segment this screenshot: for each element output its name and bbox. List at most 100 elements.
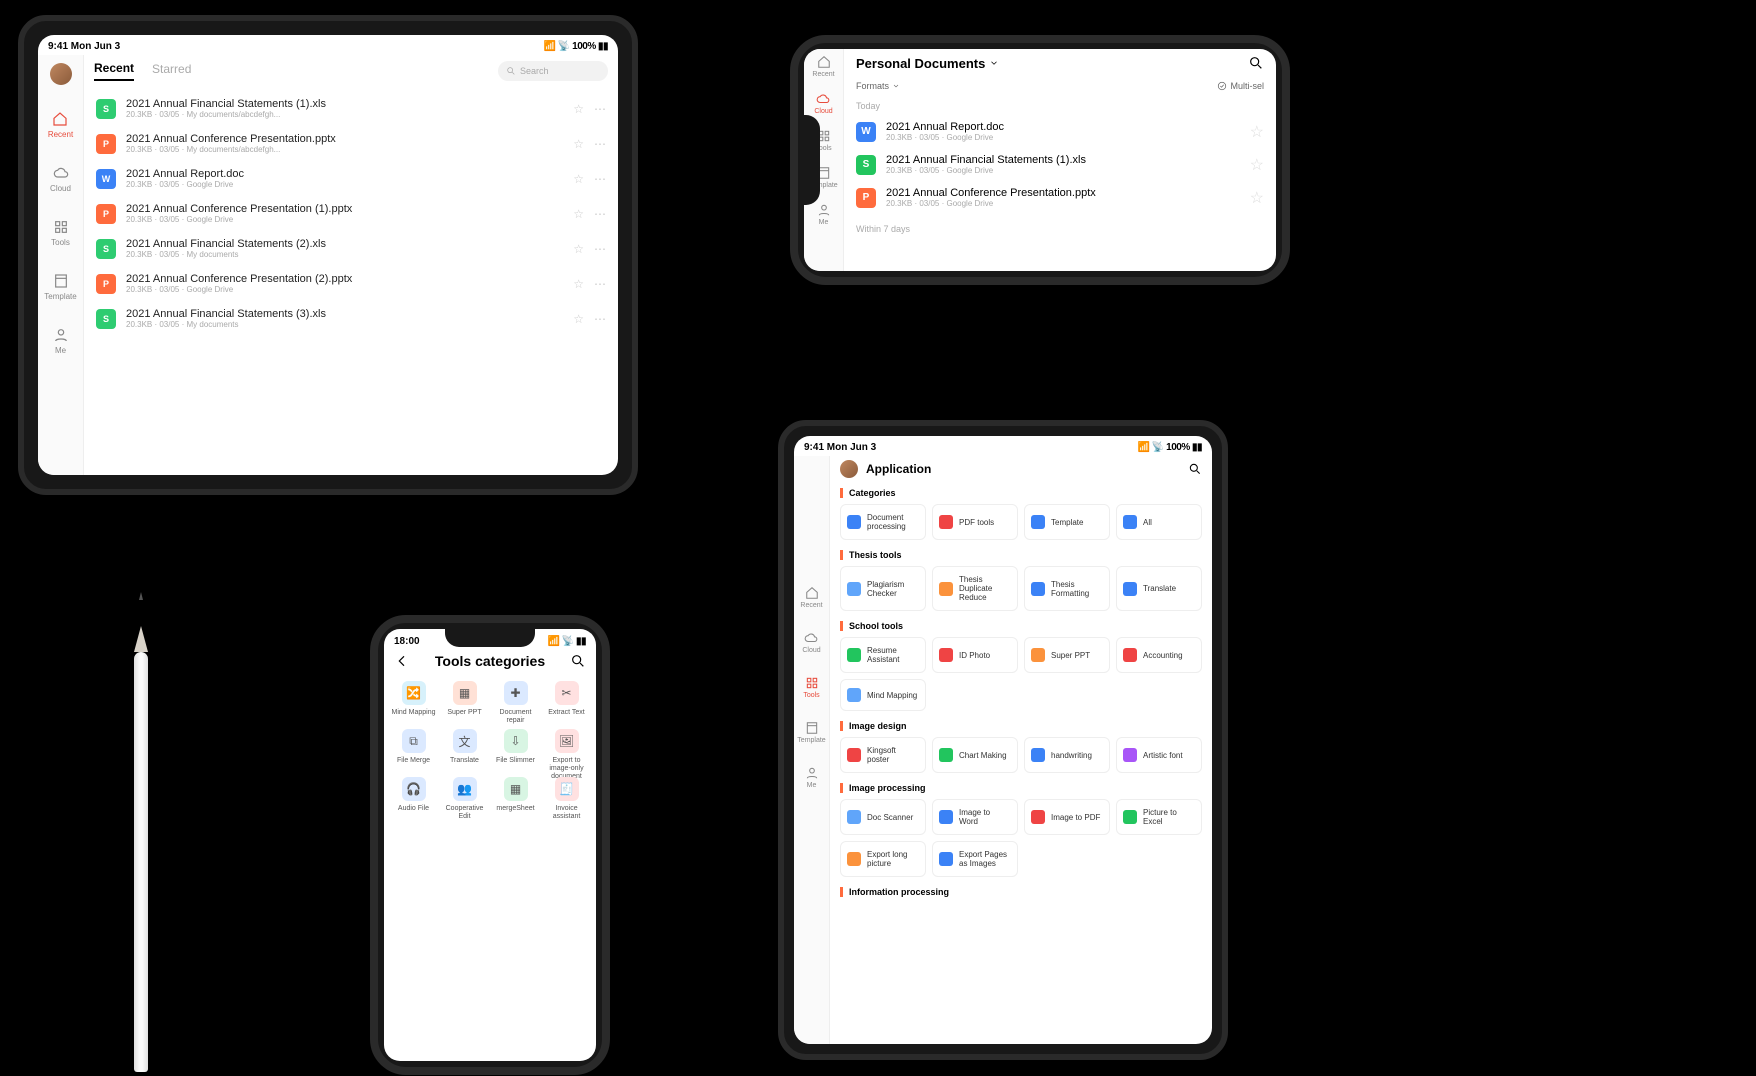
- tool-item[interactable]: 👥 Cooperative Edit: [439, 777, 490, 821]
- app-card[interactable]: Super PPT: [1024, 637, 1110, 673]
- more-icon[interactable]: ⋯: [594, 277, 606, 291]
- app-card[interactable]: Thesis Formatting: [1024, 566, 1110, 611]
- file-row[interactable]: S 2021 Annual Financial Statements (3).x…: [94, 301, 608, 336]
- app-card[interactable]: Thesis Duplicate Reduce: [932, 566, 1018, 611]
- sidebar-item-me[interactable]: Me: [53, 327, 69, 355]
- file-row[interactable]: S 2021 Annual Financial Statements (1).x…: [94, 91, 608, 126]
- tool-item[interactable]: 🔀 Mind Mapping: [388, 681, 439, 725]
- tool-item[interactable]: ▦ Super PPT: [439, 681, 490, 725]
- more-icon[interactable]: ⋯: [594, 137, 606, 151]
- file-list: W 2021 Annual Report.doc20.3KB · 03/05 ·…: [856, 115, 1264, 214]
- star-icon[interactable]: ☆: [573, 207, 584, 221]
- file-name: 2021 Annual Financial Statements (1).xls: [886, 154, 1086, 166]
- app-card[interactable]: ID Photo: [932, 637, 1018, 673]
- star-icon[interactable]: ☆: [573, 277, 584, 291]
- file-row[interactable]: P 2021 Annual Conference Presentation.pp…: [94, 126, 608, 161]
- star-icon[interactable]: ☆: [1250, 188, 1264, 208]
- star-icon[interactable]: ☆: [1250, 122, 1264, 142]
- more-icon[interactable]: ⋯: [594, 312, 606, 326]
- app-card[interactable]: Mind Mapping: [840, 679, 926, 711]
- file-row[interactable]: W 2021 Annual Report.doc20.3KB · 03/05 ·…: [856, 115, 1264, 148]
- file-meta: 20.3KB · 03/05 · My documents/abcdefgh..…: [126, 110, 326, 119]
- sidebar-item-cloud[interactable]: Cloud: [814, 92, 832, 115]
- more-icon[interactable]: ⋯: [594, 102, 606, 116]
- file-row[interactable]: P 2021 Annual Conference Presentation (2…: [94, 266, 608, 301]
- app-icon: [847, 810, 861, 824]
- tool-item[interactable]: 🖼 Export to image-only document: [541, 729, 592, 773]
- app-card[interactable]: PDF tools: [932, 504, 1018, 540]
- sidebar-item-label: Cloud: [814, 108, 832, 115]
- app-card[interactable]: Export long picture: [840, 841, 926, 877]
- search-icon[interactable]: [1188, 462, 1202, 476]
- tool-item[interactable]: ✂ Extract Text: [541, 681, 592, 725]
- sidebar-item-template[interactable]: Template: [797, 721, 825, 744]
- sidebar-item-cloud[interactable]: Cloud: [802, 631, 820, 654]
- app-card[interactable]: Export Pages as Images: [932, 841, 1018, 877]
- sidebar-item-tools[interactable]: Tools: [51, 219, 70, 247]
- sidebar-item-cloud[interactable]: Cloud: [50, 165, 71, 193]
- star-icon[interactable]: ☆: [573, 242, 584, 256]
- file-row[interactable]: P 2021 Annual Conference Presentation (1…: [94, 196, 608, 231]
- app-card[interactable]: Chart Making: [932, 737, 1018, 773]
- tool-item[interactable]: 🧾 Invoice assistant: [541, 777, 592, 821]
- file-row[interactable]: W 2021 Annual Report.doc20.3KB · 03/05 ·…: [94, 161, 608, 196]
- search-icon[interactable]: [1248, 55, 1264, 71]
- back-icon[interactable]: [394, 653, 410, 669]
- star-icon[interactable]: ☆: [1250, 155, 1264, 175]
- section-header: Categories: [840, 488, 1202, 498]
- app-card[interactable]: handwriting: [1024, 737, 1110, 773]
- star-icon[interactable]: ☆: [573, 102, 584, 116]
- file-name: 2021 Annual Financial Statements (1).xls: [126, 98, 326, 110]
- search-input[interactable]: Search: [498, 61, 608, 81]
- tab-starred[interactable]: Starred: [152, 62, 191, 80]
- file-row[interactable]: P 2021 Annual Conference Presentation.pp…: [856, 181, 1264, 214]
- app-icon: [939, 515, 953, 529]
- tool-item[interactable]: ▦ mergeSheet: [490, 777, 541, 821]
- more-icon[interactable]: ⋯: [594, 172, 606, 186]
- app-card[interactable]: Accounting: [1116, 637, 1202, 673]
- tool-item[interactable]: ✚ Document repair: [490, 681, 541, 725]
- sidebar-item-tools[interactable]: Tools: [803, 676, 819, 699]
- multi-select-button[interactable]: Multi-sel: [1217, 81, 1264, 91]
- sidebar-item-recent[interactable]: Recent: [812, 55, 834, 78]
- app-card[interactable]: Resume Assistant: [840, 637, 926, 673]
- star-icon[interactable]: ☆: [573, 137, 584, 151]
- avatar[interactable]: [840, 460, 858, 478]
- tool-label: Audio File: [398, 805, 429, 821]
- tool-label: Invoice assistant: [541, 805, 592, 821]
- page-title[interactable]: Personal Documents: [856, 56, 999, 71]
- star-icon[interactable]: ☆: [573, 172, 584, 186]
- sidebar-item-recent[interactable]: Recent: [800, 586, 822, 609]
- search-icon[interactable]: [570, 653, 586, 669]
- tool-item[interactable]: ⧉ File Merge: [388, 729, 439, 773]
- app-card[interactable]: Doc Scanner: [840, 799, 926, 835]
- tab-recent[interactable]: Recent: [94, 61, 134, 81]
- file-meta: 20.3KB · 03/05 · Google Drive: [126, 180, 244, 189]
- sidebar-item-me[interactable]: Me: [805, 766, 819, 789]
- more-icon[interactable]: ⋯: [594, 207, 606, 221]
- app-card[interactable]: Kingsoft poster: [840, 737, 926, 773]
- more-icon[interactable]: ⋯: [594, 242, 606, 256]
- tool-item[interactable]: 🎧 Audio File: [388, 777, 439, 821]
- tool-item[interactable]: ⇩ File Slimmer: [490, 729, 541, 773]
- avatar[interactable]: [50, 63, 72, 85]
- tool-item[interactable]: 文 Translate: [439, 729, 490, 773]
- file-name: 2021 Annual Report.doc: [126, 168, 244, 180]
- app-card[interactable]: Image to PDF: [1024, 799, 1110, 835]
- sidebar-item-template[interactable]: Template: [44, 273, 76, 301]
- app-card[interactable]: All: [1116, 504, 1202, 540]
- app-card[interactable]: Picture to Excel: [1116, 799, 1202, 835]
- sidebar-item-recent[interactable]: Recent: [48, 111, 73, 139]
- file-row[interactable]: S 2021 Annual Financial Statements (1).x…: [856, 148, 1264, 181]
- app-card[interactable]: Plagiarism Checker: [840, 566, 926, 611]
- formats-filter[interactable]: Formats: [856, 81, 900, 91]
- app-label: Plagiarism Checker: [867, 580, 919, 598]
- app-card[interactable]: Artistic font: [1116, 737, 1202, 773]
- file-row[interactable]: S 2021 Annual Financial Statements (2).x…: [94, 231, 608, 266]
- app-card[interactable]: Template: [1024, 504, 1110, 540]
- app-card[interactable]: Image to Word: [932, 799, 1018, 835]
- app-card[interactable]: Document processing: [840, 504, 926, 540]
- sidebar-item-me[interactable]: Me: [817, 203, 831, 226]
- app-card[interactable]: Translate: [1116, 566, 1202, 611]
- star-icon[interactable]: ☆: [573, 312, 584, 326]
